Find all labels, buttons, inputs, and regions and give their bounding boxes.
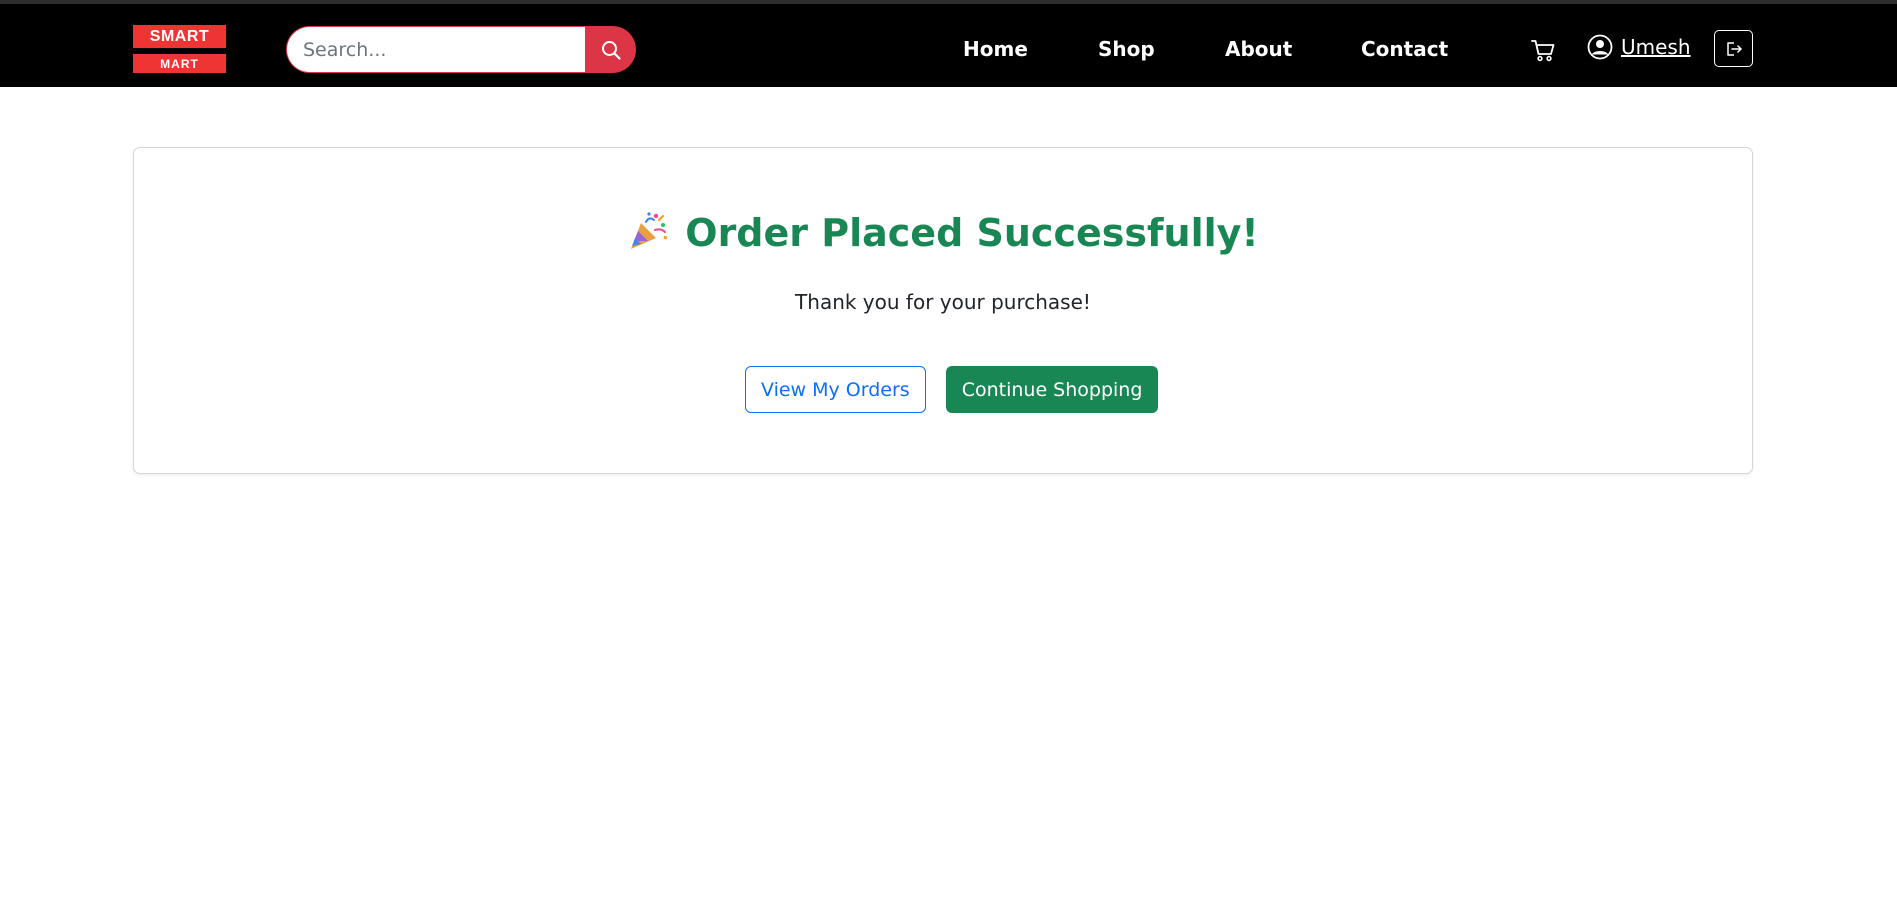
nav-contact[interactable]: Contact	[1361, 37, 1448, 61]
nav-shop[interactable]: Shop	[1098, 37, 1155, 61]
search-form	[286, 26, 636, 73]
confirmation-title-text: Order Placed Successfully!	[685, 211, 1259, 255]
cart-icon	[1531, 40, 1555, 62]
party-popper-icon	[631, 212, 668, 249]
brand-logo[interactable]: SMART MART	[133, 25, 226, 73]
user-circle-icon	[1587, 34, 1613, 60]
top-navbar: SMART MART Home Shop About Contact Umes	[0, 0, 1897, 87]
search-button[interactable]	[585, 26, 636, 73]
confirmation-actions: View My Orders Continue Shopping	[745, 366, 1159, 413]
user-menu[interactable]: Umesh	[1587, 34, 1691, 60]
logout-button[interactable]	[1714, 30, 1753, 67]
order-confirmation-card: Order Placed Successfully! Thank you for…	[133, 147, 1753, 474]
thank-you-message: Thank you for your purchase!	[795, 290, 1091, 314]
continue-shopping-button[interactable]: Continue Shopping	[945, 366, 1159, 413]
search-input[interactable]	[286, 26, 585, 73]
nav-home[interactable]: Home	[963, 37, 1028, 61]
user-name-link[interactable]: Umesh	[1621, 35, 1691, 59]
nav-about[interactable]: About	[1225, 37, 1292, 61]
cart-button[interactable]	[1530, 37, 1556, 63]
logout-icon	[1726, 41, 1742, 56]
logo-top-text: SMART	[133, 25, 226, 48]
logo-bottom-text: MART	[133, 54, 226, 73]
search-icon	[601, 40, 621, 60]
view-orders-button[interactable]: View My Orders	[745, 366, 926, 413]
confirmation-title: Order Placed Successfully!	[134, 210, 1752, 255]
